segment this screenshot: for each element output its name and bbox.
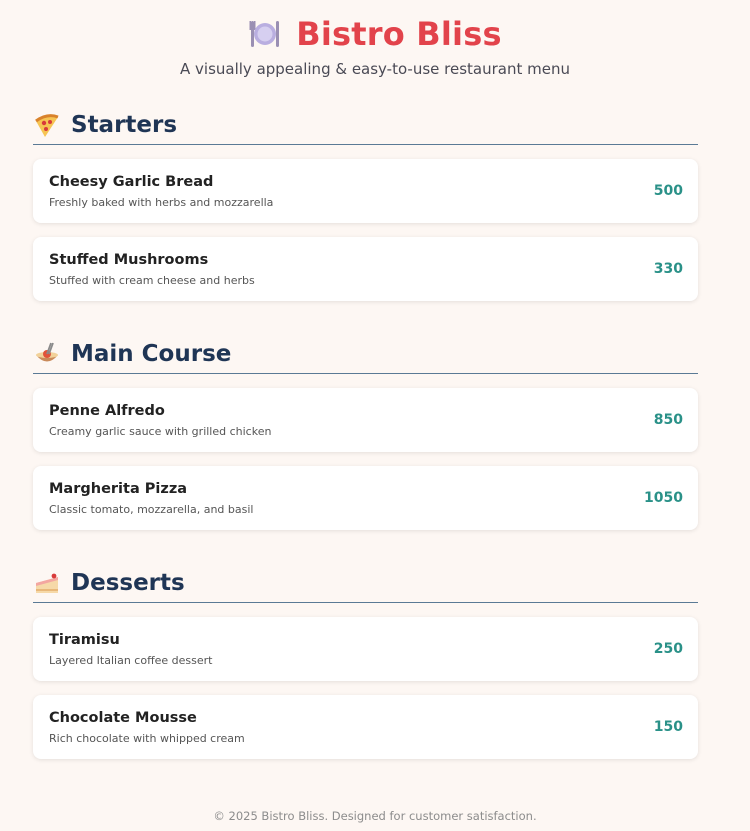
menu: Starters Cheesy Garlic Bread Freshly bak… — [33, 108, 698, 795]
page-title: Bistro Bliss — [296, 15, 502, 53]
menu-item-price: 1050 — [644, 490, 683, 506]
menu-item-name: Penne Alfredo — [49, 402, 165, 419]
section-header: Desserts — [33, 566, 698, 603]
menu-item-price: 850 — [653, 412, 683, 428]
section-title: Starters — [71, 112, 178, 138]
section-header: Main Course — [33, 337, 698, 374]
cake-icon — [33, 569, 61, 597]
menu-item-text: Margherita Pizza Classic tomato, mozzare… — [49, 481, 253, 516]
spaghetti-icon — [33, 340, 61, 368]
menu-item-description: Classic tomato, mozzarella, and basil — [49, 502, 254, 516]
menu-item-name: Cheesy Garlic Bread — [49, 173, 214, 190]
page-footer: © 2025 Bistro Bliss. Designed for custom… — [213, 809, 537, 823]
menu-item-description: Freshly baked with herbs and mozzarella — [49, 195, 274, 209]
section-desserts: Desserts Tiramisu Layered Italian coffee… — [33, 566, 698, 759]
title-row: Bistro Bliss — [0, 14, 750, 54]
menu-item-text: Cheesy Garlic Bread Freshly baked with h… — [49, 174, 273, 209]
menu-item[interactable]: Cheesy Garlic Bread Freshly baked with h… — [33, 159, 698, 223]
menu-item-price: 500 — [653, 183, 683, 199]
menu-item-text: Stuffed Mushrooms Stuffed with cream che… — [49, 252, 255, 287]
menu-item[interactable]: Tiramisu Layered Italian coffee dessert … — [33, 617, 698, 681]
section-starters: Starters Cheesy Garlic Bread Freshly bak… — [33, 108, 698, 301]
menu-item-name: Chocolate Mousse — [49, 709, 197, 726]
menu-item-price: 250 — [653, 641, 683, 657]
menu-item[interactable]: Penne Alfredo Creamy garlic sauce with g… — [33, 388, 698, 452]
menu-item[interactable]: Stuffed Mushrooms Stuffed with cream che… — [33, 237, 698, 301]
menu-item-price: 330 — [653, 261, 683, 277]
menu-item[interactable]: Margherita Pizza Classic tomato, mozzare… — [33, 466, 698, 530]
plate-cutlery-icon — [248, 17, 282, 51]
menu-item-name: Stuffed Mushrooms — [49, 251, 209, 268]
pizza-icon — [33, 111, 61, 139]
menu-item-text: Chocolate Mousse Rich chocolate with whi… — [49, 710, 245, 745]
menu-item-description: Layered Italian coffee dessert — [49, 653, 213, 667]
menu-item-name: Tiramisu — [49, 631, 120, 648]
page-header: Bistro Bliss A visually appealing & easy… — [0, 0, 750, 78]
section-title: Desserts — [71, 570, 185, 596]
menu-item-text: Tiramisu Layered Italian coffee dessert — [49, 632, 213, 667]
menu-item-text: Penne Alfredo Creamy garlic sauce with g… — [49, 403, 271, 438]
section-title: Main Course — [71, 341, 232, 367]
section-header: Starters — [33, 108, 698, 145]
menu-item[interactable]: Chocolate Mousse Rich chocolate with whi… — [33, 695, 698, 759]
section-main-course: Main Course Penne Alfredo Creamy garlic … — [33, 337, 698, 530]
menu-item-description: Stuffed with cream cheese and herbs — [49, 273, 255, 287]
menu-item-description: Creamy garlic sauce with grilled chicken — [49, 424, 272, 438]
menu-item-price: 150 — [653, 719, 683, 735]
page-subtitle: A visually appealing & easy-to-use resta… — [180, 60, 570, 78]
menu-item-description: Rich chocolate with whipped cream — [49, 731, 245, 745]
menu-item-name: Margherita Pizza — [49, 480, 188, 497]
